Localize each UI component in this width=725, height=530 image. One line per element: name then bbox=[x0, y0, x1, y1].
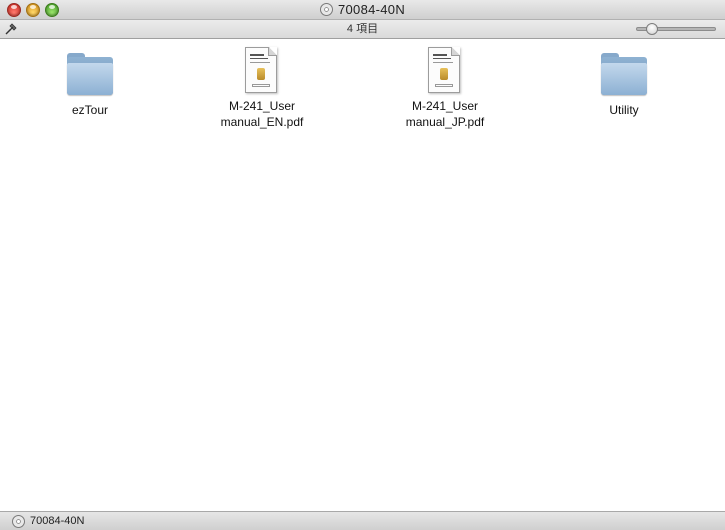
slider-knob[interactable] bbox=[646, 23, 658, 35]
file-item-utility[interactable]: Utility bbox=[569, 51, 679, 118]
path-label[interactable]: 70084-40N bbox=[30, 512, 84, 530]
disc-icon[interactable] bbox=[12, 515, 25, 528]
finder-window: 70084-40N 4 項目 ezTour M-241_User manual_… bbox=[0, 0, 725, 530]
path-bar: 70084-40N bbox=[0, 511, 725, 530]
file-item-manual-jp[interactable]: M-241_User manual_JP.pdf bbox=[390, 47, 500, 130]
file-item-manual-en[interactable]: M-241_User manual_EN.pdf bbox=[207, 47, 317, 130]
folder-icon[interactable] bbox=[65, 51, 115, 99]
file-label[interactable]: M-241_User manual_EN.pdf bbox=[207, 98, 317, 130]
pdf-document-icon[interactable] bbox=[420, 47, 470, 95]
file-label[interactable]: Utility bbox=[569, 102, 679, 118]
file-label[interactable]: ezTour bbox=[35, 102, 145, 118]
icon-size-slider[interactable] bbox=[636, 23, 716, 35]
folder-icon[interactable] bbox=[599, 51, 649, 99]
file-item-eztour[interactable]: ezTour bbox=[35, 51, 145, 118]
pdf-document-icon[interactable] bbox=[237, 47, 287, 95]
title-bar[interactable]: 70084-40N bbox=[0, 0, 725, 20]
file-label[interactable]: M-241_User manual_JP.pdf bbox=[390, 98, 500, 130]
status-bar: 4 項目 bbox=[0, 20, 725, 39]
disc-icon bbox=[319, 3, 333, 16]
item-count: 4 項目 bbox=[346, 23, 379, 35]
window-title: 70084-40N bbox=[337, 2, 406, 17]
icon-view[interactable]: ezTour M-241_User manual_EN.pdf M-241_Us… bbox=[0, 39, 725, 511]
window-title-group: 70084-40N bbox=[0, 0, 725, 19]
